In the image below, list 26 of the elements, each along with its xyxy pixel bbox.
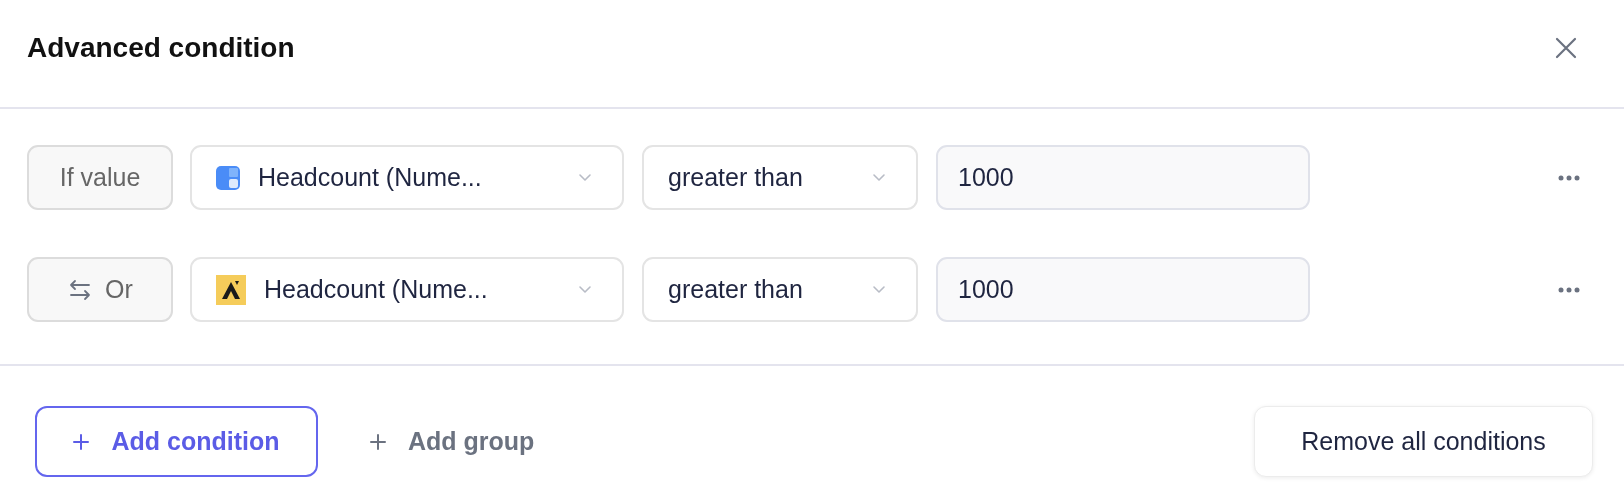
add-condition-button[interactable]: Add condition [35,406,318,477]
connector-button[interactable]: If value [27,145,173,210]
chevron-down-icon [578,285,592,294]
close-button[interactable] [1554,35,1578,60]
connector-label: If value [59,163,141,192]
dialog-title: Advanced condition [27,31,296,64]
operator-dropdown[interactable]: greater than [642,257,918,322]
plus-icon [370,433,386,450]
value-input[interactable]: 1000 [936,145,1310,210]
plus-icon [73,433,90,450]
mountain-logo-icon [216,274,246,305]
chevron-down-icon [872,285,886,294]
tile-logo-icon [216,165,240,190]
value-input[interactable]: 1000 [936,257,1310,322]
chevron-down-icon [578,173,592,182]
connector-label: Or [105,275,133,304]
add-group-button[interactable]: Add group [364,406,541,477]
remove-all-button[interactable]: Remove all conditions [1254,406,1593,477]
close-icon [1554,35,1578,60]
operator-dropdown[interactable]: greater than [642,145,918,210]
more-icon [1558,174,1580,181]
more-icon [1558,286,1580,293]
connector-button[interactable]: Or [27,257,173,322]
field-dropdown[interactable]: Headcount (Nume... [190,257,624,322]
chevron-down-icon [872,173,886,182]
field-dropdown[interactable]: Headcount (Nume... [190,145,624,210]
